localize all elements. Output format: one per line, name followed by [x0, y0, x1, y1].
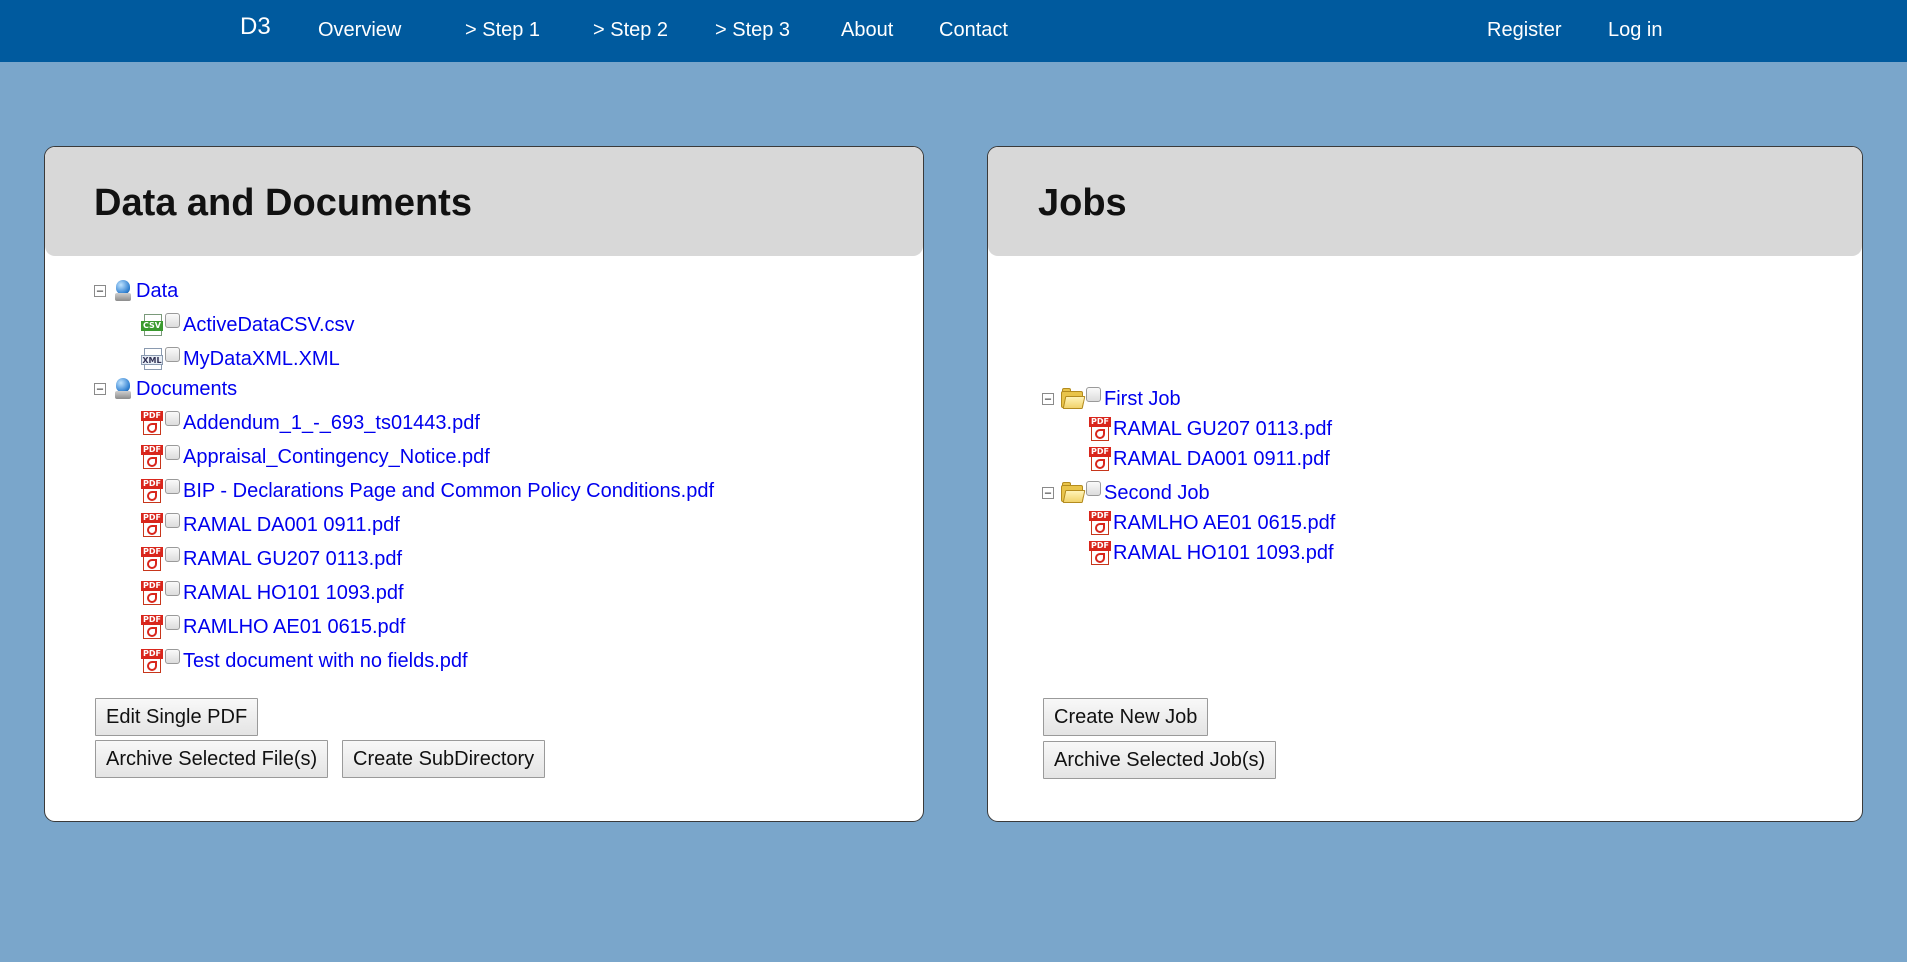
drive-icon: [112, 279, 134, 303]
data-documents-panel: Data and Documents − Data CSV ActiveData…: [44, 146, 924, 822]
nav-register[interactable]: Register: [1487, 18, 1561, 42]
file-link[interactable]: RAMAL HO101 1093.pdf: [1113, 541, 1334, 565]
file-checkbox[interactable]: [165, 444, 180, 460]
tree-file: PDF RAMAL GU207 0113.pdf: [1089, 415, 1332, 443]
tree-file: PDF RAMAL DA001 0911.pdf: [141, 511, 400, 539]
drive-icon: [112, 377, 134, 401]
file-checkbox[interactable]: [165, 312, 180, 328]
pdf-file-icon: PDF: [141, 581, 163, 605]
file-link[interactable]: Appraisal_Contingency_Notice.pdf: [183, 445, 490, 469]
nav-login[interactable]: Log in: [1608, 18, 1663, 42]
file-link[interactable]: Addendum_1_-_693_ts01443.pdf: [183, 411, 480, 435]
tree-file: PDF BIP - Declarations Page and Common P…: [141, 477, 714, 505]
collapse-toggle-icon[interactable]: −: [94, 285, 106, 297]
tree-node-job: − Second Job: [1042, 479, 1210, 507]
tree-file: XML MyDataXML.XML: [141, 345, 340, 373]
nav-overview[interactable]: Overview: [318, 18, 401, 42]
pdf-file-icon: PDF: [141, 649, 163, 673]
tree-file: PDF Test document with no fields.pdf: [141, 647, 468, 675]
file-checkbox[interactable]: [165, 580, 180, 596]
edit-single-pdf-button[interactable]: Edit Single PDF: [95, 698, 259, 736]
pdf-file-icon: PDF: [141, 445, 163, 469]
tree-file: PDF RAMAL DA001 0911.pdf: [1089, 445, 1330, 473]
collapse-toggle-icon[interactable]: −: [1042, 487, 1054, 499]
file-link[interactable]: BIP - Declarations Page and Common Polic…: [183, 479, 714, 503]
nav-contact[interactable]: Contact: [939, 18, 1008, 42]
pdf-file-icon: PDF: [141, 547, 163, 571]
file-link[interactable]: RAMAL DA001 0911.pdf: [183, 513, 400, 537]
file-link[interactable]: RAMAL GU207 0113.pdf: [183, 547, 402, 571]
tree-file: PDF RAMLHO AE01 0615.pdf: [1089, 509, 1335, 537]
file-checkbox[interactable]: [165, 346, 180, 362]
tree-node-data: − Data: [94, 277, 178, 305]
top-navbar: D3 Overview > Step 1 > Step 2 > Step 3 A…: [0, 0, 1907, 62]
job-checkbox[interactable]: [1086, 480, 1101, 496]
folder-icon: [1060, 388, 1086, 410]
panel-header: Data and Documents: [45, 147, 923, 256]
file-link[interactable]: RAMLHO AE01 0615.pdf: [1113, 511, 1335, 535]
create-subdirectory-button[interactable]: Create SubDirectory: [342, 740, 546, 778]
collapse-toggle-icon[interactable]: −: [1042, 393, 1054, 405]
jobs-panel: Jobs − First Job PDF RAMAL GU207 0113.pd…: [987, 146, 1863, 822]
tree-file: PDF RAMLHO AE01 0615.pdf: [141, 613, 405, 641]
archive-selected-files-button[interactable]: Archive Selected File(s): [95, 740, 329, 778]
tree-node-documents: − Documents: [94, 375, 237, 403]
csv-file-icon: CSV: [141, 313, 163, 337]
pdf-file-icon: PDF: [141, 513, 163, 537]
tree-file: PDF RAMAL HO101 1093.pdf: [1089, 539, 1334, 567]
file-link[interactable]: Test document with no fields.pdf: [183, 649, 468, 673]
nav-step-1[interactable]: > Step 1: [465, 18, 540, 42]
file-checkbox[interactable]: [165, 648, 180, 664]
file-link[interactable]: ActiveDataCSV.csv: [183, 313, 355, 337]
panel-title: Jobs: [1038, 182, 1127, 224]
pdf-file-icon: PDF: [1089, 417, 1111, 441]
folder-icon: [1060, 482, 1086, 504]
brand-logo[interactable]: D3: [240, 15, 271, 39]
nav-step-2[interactable]: > Step 2: [593, 18, 668, 42]
job-checkbox[interactable]: [1086, 386, 1101, 402]
pdf-file-icon: PDF: [1089, 447, 1111, 471]
file-checkbox[interactable]: [165, 478, 180, 494]
file-checkbox[interactable]: [165, 614, 180, 630]
folder-documents-link[interactable]: Documents: [136, 377, 237, 401]
nav-about[interactable]: About: [841, 18, 893, 42]
tree-file: PDF Appraisal_Contingency_Notice.pdf: [141, 443, 490, 471]
panel-title: Data and Documents: [94, 182, 472, 224]
job-link[interactable]: First Job: [1104, 387, 1181, 411]
file-checkbox[interactable]: [165, 410, 180, 426]
create-new-job-button[interactable]: Create New Job: [1043, 698, 1209, 736]
pdf-file-icon: PDF: [141, 615, 163, 639]
pdf-file-icon: PDF: [1089, 541, 1111, 565]
collapse-toggle-icon[interactable]: −: [94, 383, 106, 395]
file-checkbox[interactable]: [165, 512, 180, 528]
file-link[interactable]: RAMAL DA001 0911.pdf: [1113, 447, 1330, 471]
file-link[interactable]: MyDataXML.XML: [183, 347, 340, 371]
pdf-file-icon: PDF: [141, 411, 163, 435]
tree-file: CSV ActiveDataCSV.csv: [141, 311, 355, 339]
tree-file: PDF RAMAL GU207 0113.pdf: [141, 545, 402, 573]
tree-file: PDF RAMAL HO101 1093.pdf: [141, 579, 404, 607]
nav-step-3[interactable]: > Step 3: [715, 18, 790, 42]
file-link[interactable]: RAMAL GU207 0113.pdf: [1113, 417, 1332, 441]
file-link[interactable]: RAMAL HO101 1093.pdf: [183, 581, 404, 605]
folder-data-link[interactable]: Data: [136, 279, 178, 303]
panel-header: Jobs: [988, 147, 1862, 256]
pdf-file-icon: PDF: [1089, 511, 1111, 535]
file-link[interactable]: RAMLHO AE01 0615.pdf: [183, 615, 405, 639]
tree-file: PDF Addendum_1_-_693_ts01443.pdf: [141, 409, 480, 437]
job-link[interactable]: Second Job: [1104, 481, 1210, 505]
tree-node-job: − First Job: [1042, 385, 1181, 413]
pdf-file-icon: PDF: [141, 479, 163, 503]
xml-file-icon: XML: [141, 347, 163, 371]
file-checkbox[interactable]: [165, 546, 180, 562]
archive-selected-jobs-button[interactable]: Archive Selected Job(s): [1043, 741, 1277, 779]
